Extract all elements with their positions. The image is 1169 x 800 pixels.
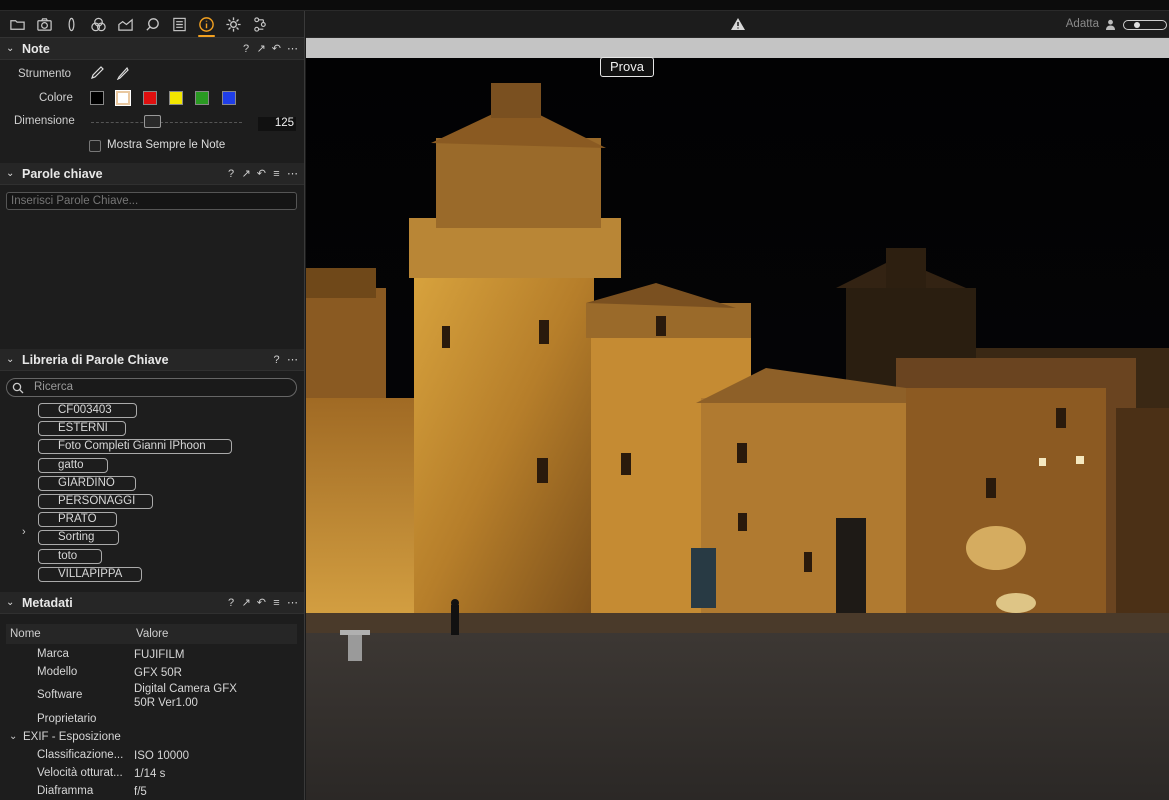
color-swatch-yellow[interactable] xyxy=(169,91,183,105)
help-icon[interactable]: ? xyxy=(227,597,236,609)
keyword-list: CF003403 ESTERNI Foto Completi Gianni IP… xyxy=(38,400,232,582)
color-swatch-black[interactable] xyxy=(90,91,104,105)
keyword-chip[interactable]: gatto xyxy=(38,457,108,473)
details-icon[interactable] xyxy=(166,11,193,38)
help-icon[interactable]: ? xyxy=(272,354,281,366)
color-swatch-red[interactable] xyxy=(143,91,157,105)
tool-panel: ⌄ Note ? ↗ ↶ ⋯ Strumento Colore Dimensio… xyxy=(0,11,305,800)
color-swatch-white[interactable] xyxy=(115,90,131,106)
tool-label: Strumento xyxy=(18,68,72,80)
chevron-down-icon[interactable]: ⌄ xyxy=(6,597,16,608)
pencil-icon[interactable] xyxy=(90,65,105,83)
metadata-table-header: Nome Valore xyxy=(6,624,297,644)
toggle-switch[interactable] xyxy=(1123,20,1167,30)
toggle-knob xyxy=(1134,22,1140,28)
color-swatch-green[interactable] xyxy=(195,91,209,105)
note-tool-header[interactable]: ⌄ Note ? ↗ ↶ ⋯ xyxy=(0,38,304,60)
keywords-tool-body xyxy=(0,185,304,348)
user-icon[interactable] xyxy=(1105,19,1116,30)
viewer-toolbar: Adatta xyxy=(306,11,1169,38)
keyword-chip[interactable]: GIARDINO xyxy=(38,475,136,491)
chevron-down-icon[interactable]: ⌄ xyxy=(9,731,17,742)
col-value-header: Valore xyxy=(136,628,169,640)
library-tool-body: Ricerca CF003403 ESTERNI Foto Completi G… xyxy=(0,371,304,592)
zoom-fit-label[interactable]: Adatta xyxy=(1066,18,1099,30)
more-icon[interactable]: ⋯ xyxy=(287,167,298,180)
settings-icon[interactable] xyxy=(220,11,247,38)
note-tool-title: Note xyxy=(22,41,50,56)
show-notes-checkbox[interactable] xyxy=(89,140,101,152)
show-notes-label: Mostra Sempre le Note xyxy=(107,139,226,151)
note-tool-body: Strumento Colore Dimensione 125 Mostra S… xyxy=(0,60,304,163)
more-icon[interactable]: ⋯ xyxy=(287,42,298,55)
metadata-tool-title: Metadati xyxy=(22,595,73,610)
search-icon xyxy=(12,382,24,394)
keyword-chip[interactable]: VILLAPIPPA xyxy=(38,566,142,582)
help-icon[interactable]: ? xyxy=(227,168,236,180)
window-top-strip xyxy=(0,0,1169,11)
photo-castle-night[interactable] xyxy=(306,58,1169,800)
batch-icon[interactable] xyxy=(247,11,274,38)
eraser-icon[interactable] xyxy=(116,65,131,83)
more-icon[interactable]: ⋯ xyxy=(287,353,298,366)
keyword-chip[interactable]: PRATO xyxy=(38,512,117,528)
info-icon[interactable] xyxy=(193,11,220,38)
expand-icon[interactable]: ↗ xyxy=(257,42,266,55)
keyword-chip[interactable]: Foto Completi Gianni IPhoon xyxy=(38,439,232,455)
size-slider-handle[interactable] xyxy=(144,115,161,128)
help-icon[interactable]: ? xyxy=(242,43,251,55)
size-value-field[interactable]: 125 xyxy=(258,117,296,131)
lens-icon[interactable] xyxy=(58,11,85,38)
expand-icon[interactable]: ↗ xyxy=(242,167,251,180)
reset-icon[interactable]: ↶ xyxy=(257,167,266,180)
chevron-right-icon[interactable]: › xyxy=(22,526,26,538)
image-top-band xyxy=(306,38,1169,58)
color-label: Colore xyxy=(39,92,73,104)
folder-icon[interactable] xyxy=(4,11,31,38)
library-tool-header[interactable]: ⌄ Libreria di Parole Chiave ? ⋯ xyxy=(0,349,304,371)
color-swatch-blue[interactable] xyxy=(222,91,236,105)
keyword-chip[interactable]: Sorting xyxy=(38,530,119,546)
camera-icon[interactable] xyxy=(31,11,58,38)
expand-icon[interactable]: ↗ xyxy=(242,596,251,609)
image-viewer: Adatta Prova xyxy=(306,11,1169,800)
size-slider-track[interactable] xyxy=(91,122,242,123)
list-icon[interactable]: ≡ xyxy=(272,168,281,180)
size-label: Dimensione xyxy=(14,115,75,127)
keyword-chip[interactable]: PERSONAGGI xyxy=(38,494,153,510)
library-tool-title: Libreria di Parole Chiave xyxy=(22,352,169,367)
keywords-input[interactable] xyxy=(6,192,297,210)
library-search-placeholder: Ricerca xyxy=(34,381,73,393)
metadata-tool-body: Nome Valore Marca FUJIFILM Modello GFX 5… xyxy=(0,614,304,800)
metadata-tool-header[interactable]: ⌄ Metadati ? ↗ ↶ ≡ ⋯ xyxy=(0,592,304,614)
chevron-down-icon[interactable]: ⌄ xyxy=(6,43,16,54)
castle-photo-image xyxy=(306,58,1169,800)
keyword-chip[interactable]: toto xyxy=(38,548,102,564)
col-name-header: Nome xyxy=(10,628,41,640)
search-icon[interactable] xyxy=(139,11,166,38)
chevron-down-icon[interactable]: ⌄ xyxy=(6,168,16,179)
library-search-field[interactable]: Ricerca xyxy=(6,378,297,397)
list-icon[interactable]: ≡ xyxy=(272,597,281,609)
exposure-icon[interactable] xyxy=(112,11,139,38)
keywords-tool-title: Parole chiave xyxy=(22,166,103,181)
warning-icon[interactable] xyxy=(730,17,746,31)
keyword-chip[interactable]: ESTERNI xyxy=(38,421,126,437)
keywords-tool-header[interactable]: ⌄ Parole chiave ? ↗ ↶ ≡ ⋯ xyxy=(0,163,304,185)
chevron-down-icon[interactable]: ⌄ xyxy=(6,354,16,365)
reset-icon[interactable]: ↶ xyxy=(257,596,266,609)
tool-tabs-toolbar xyxy=(0,11,304,38)
more-icon[interactable]: ⋯ xyxy=(287,596,298,609)
annotation-label[interactable]: Prova xyxy=(600,57,654,77)
keyword-chip[interactable]: CF003403 xyxy=(38,403,137,418)
reset-icon[interactable]: ↶ xyxy=(272,42,281,55)
color-icon[interactable] xyxy=(85,11,112,38)
